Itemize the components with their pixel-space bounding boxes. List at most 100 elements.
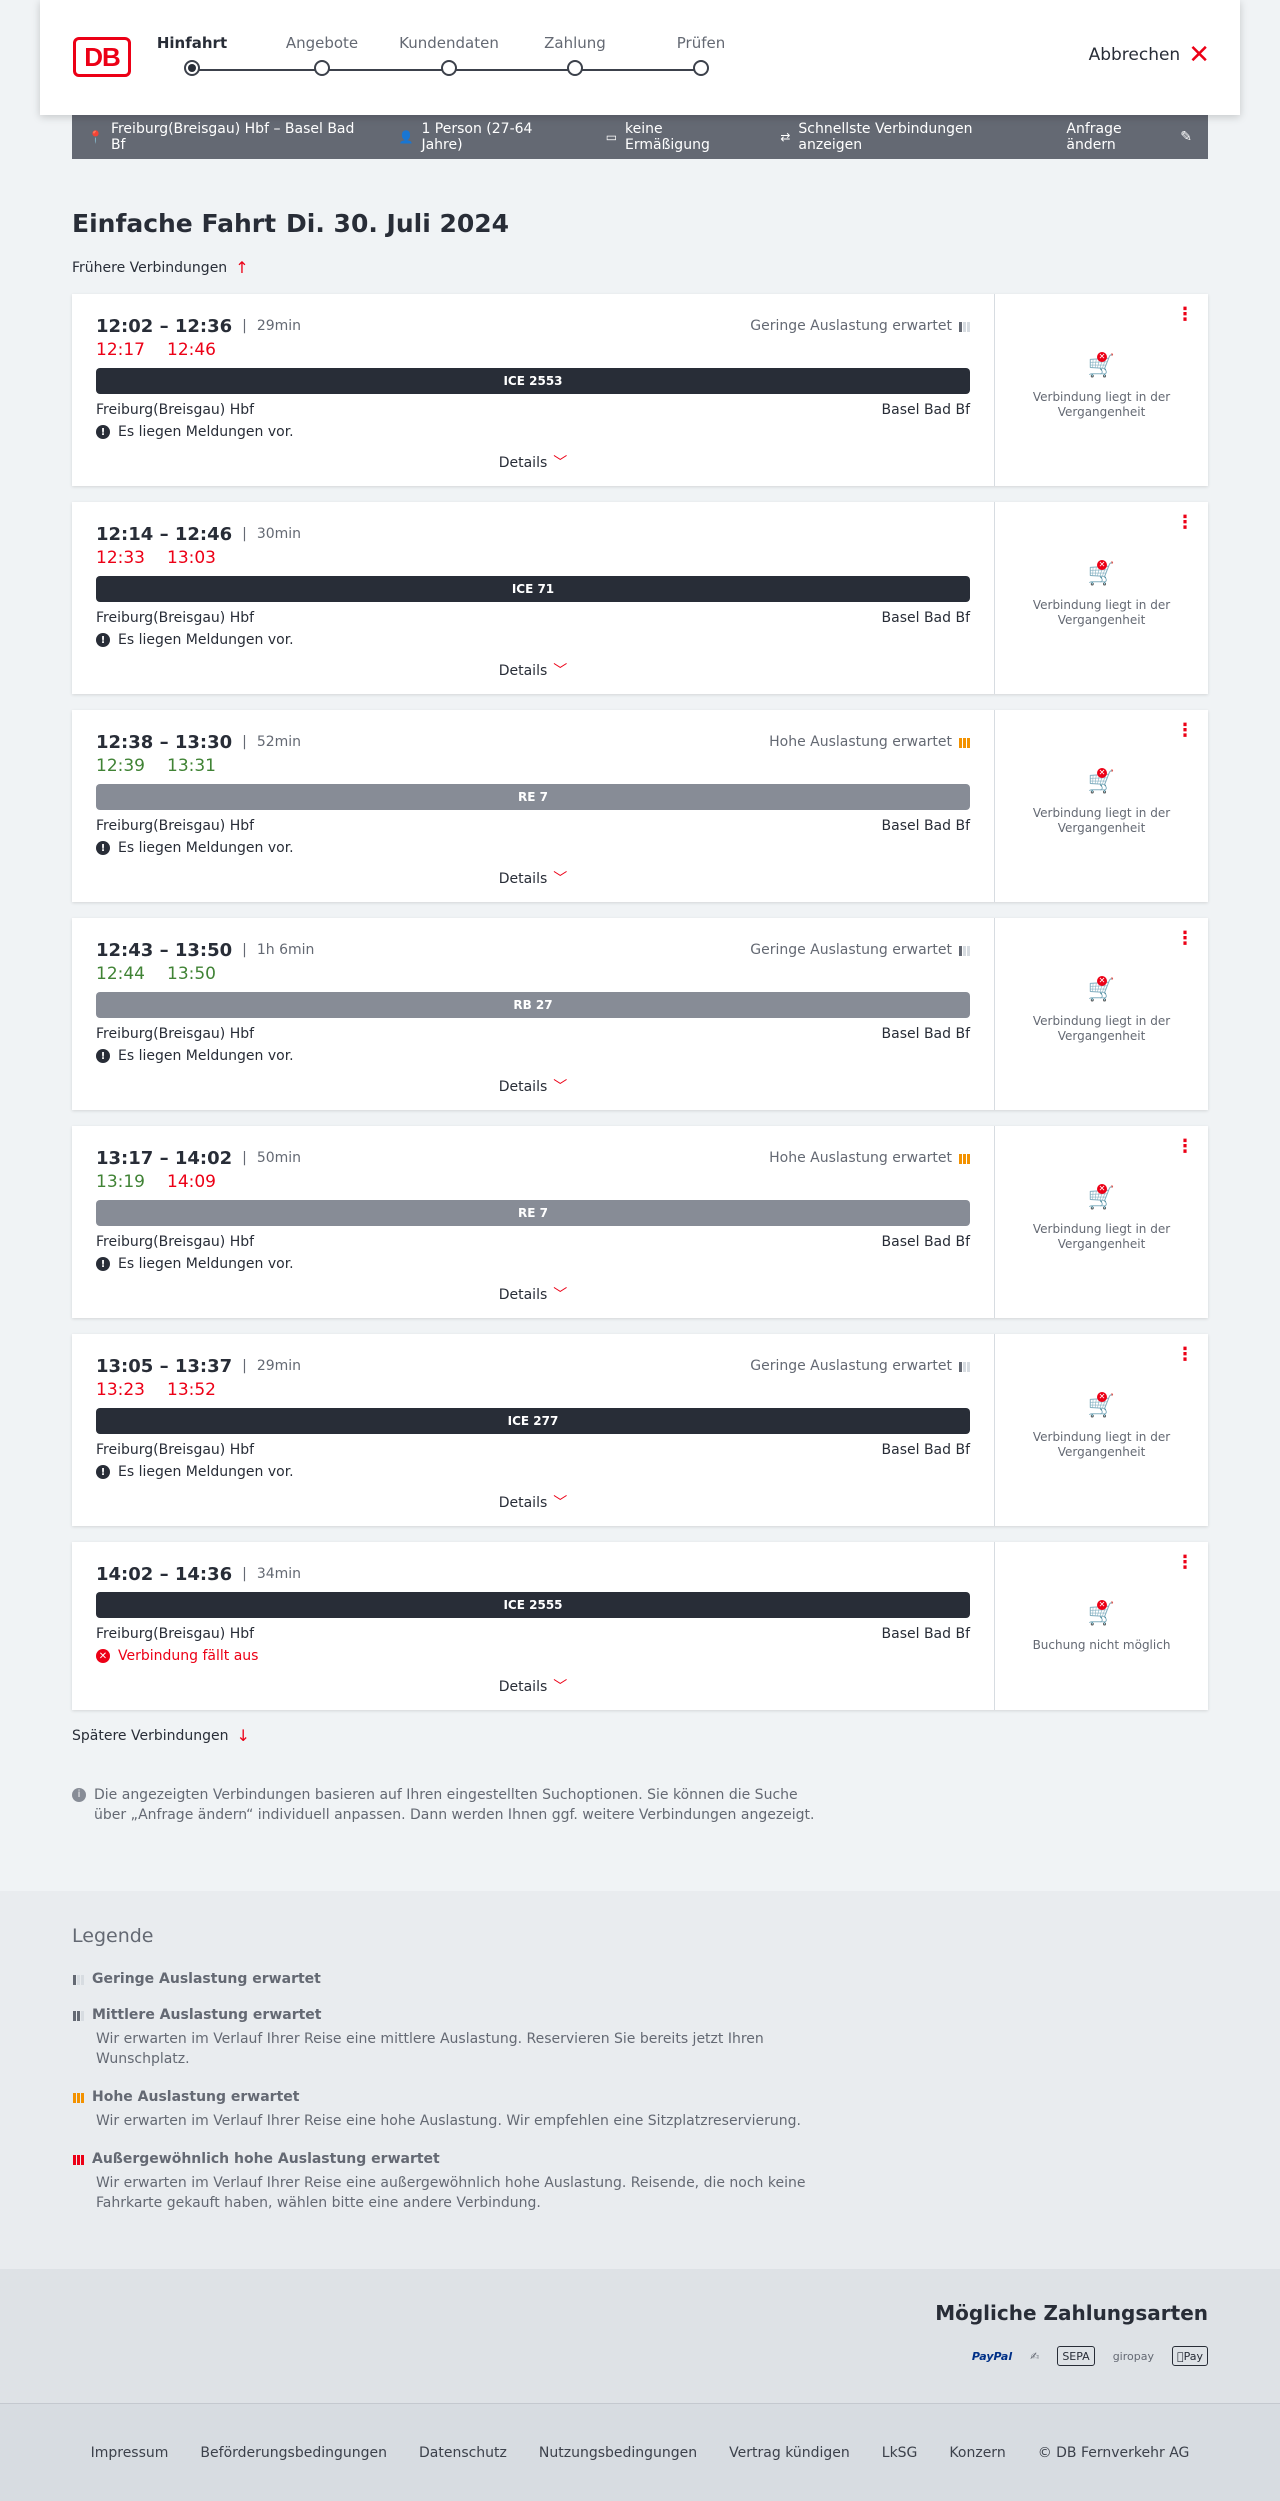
passengers-text: 1 Person (27-64 Jahre) bbox=[421, 121, 533, 153]
stations-row: Freiburg(Breisgau) Hbf Basel Bad Bf bbox=[96, 1442, 970, 1458]
details-toggle[interactable]: Details ﹀ bbox=[96, 1076, 970, 1110]
planned-times: 12:38 – 13:30 bbox=[96, 731, 233, 753]
connection-message: ! Es liegen Meldungen vor. bbox=[96, 1464, 970, 1480]
footer-link-impressum[interactable]: Impressum bbox=[91, 2445, 169, 2461]
footer-link-nutzung[interactable]: Nutzungsbedingungen bbox=[539, 2445, 697, 2461]
details-toggle[interactable]: Details ﹀ bbox=[96, 1284, 970, 1318]
arrival-station: Basel Bad Bf bbox=[881, 1626, 970, 1642]
stations-row: Freiburg(Breisgau) Hbf Basel Bad Bf bbox=[96, 402, 970, 418]
connection-card[interactable]: 13:17 – 14:02 | 50min Hohe Auslastung er… bbox=[72, 1126, 1208, 1318]
alert-icon: ! bbox=[96, 633, 110, 647]
search-summary-bar: 📍 Freiburg(Breisgau) Hbf – Basel Bad Bf … bbox=[72, 115, 1208, 159]
connection-card[interactable]: 12:14 – 12:46 | 30min 12:33 13:03 ICE 71 … bbox=[72, 502, 1208, 694]
details-label: Details bbox=[498, 1079, 548, 1095]
more-options-icon[interactable]: ⋮ bbox=[1176, 514, 1194, 532]
info-icon: i bbox=[72, 1788, 86, 1802]
cart-x-badge: ✕ bbox=[1097, 768, 1107, 778]
realtime-arrival: 14:09 bbox=[167, 1172, 216, 1192]
departure-station: Freiburg(Breisgau) Hbf bbox=[96, 610, 255, 626]
footer-link-befoerderung[interactable]: Beförderungsbedingungen bbox=[200, 2445, 387, 2461]
train-segment-bar: ICE 71 bbox=[96, 576, 970, 602]
time-row: 13:17 – 14:02 | 50min Hohe Auslastung er… bbox=[96, 1146, 970, 1170]
realtime-row: 12:39 13:31 bbox=[96, 756, 970, 778]
change-request-button[interactable]: Anfrage ändern ✎ bbox=[1066, 121, 1192, 153]
location-pin-icon: 📍 bbox=[88, 130, 103, 144]
connection-message: ! Es liegen Meldungen vor. bbox=[96, 1048, 970, 1064]
stations-row: Freiburg(Breisgau) Hbf Basel Bad Bf bbox=[96, 1626, 970, 1642]
change-request-label: Anfrage ändern bbox=[1066, 121, 1122, 153]
legend-item-head: Mittlere Auslastung erwartet bbox=[72, 2007, 1208, 2023]
close-icon: ✕ bbox=[1188, 40, 1210, 70]
occupancy-icon bbox=[72, 2091, 84, 2103]
connection-card[interactable]: 12:38 – 13:30 | 52min Hohe Auslastung er… bbox=[72, 710, 1208, 902]
departure-station: Freiburg(Breisgau) Hbf bbox=[96, 1234, 255, 1250]
step-dot bbox=[567, 60, 583, 76]
chevron-down-icon: ﹀ bbox=[553, 455, 568, 471]
planned-times: 13:17 – 14:02 bbox=[96, 1147, 233, 1169]
legend-item: Mittlere Auslastung erwartet Wir erwarte… bbox=[72, 2007, 1208, 2069]
more-options-icon[interactable]: ⋮ bbox=[1176, 1138, 1194, 1156]
earlier-connections-link[interactable]: Frühere Verbindungen ↑ bbox=[72, 258, 1208, 277]
db-logo[interactable]: DB bbox=[73, 37, 131, 77]
details-toggle[interactable]: Details ﹀ bbox=[96, 868, 970, 902]
train-segment-bar: RE 7 bbox=[96, 1200, 970, 1226]
separator: | bbox=[242, 734, 247, 750]
connection-card[interactable]: 13:05 – 13:37 | 29min Geringe Auslastung… bbox=[72, 1334, 1208, 1526]
footer-link-datenschutz[interactable]: Datenschutz bbox=[419, 2445, 507, 2461]
footer-link-kuendigen[interactable]: Vertrag kündigen bbox=[729, 2445, 850, 2461]
later-connections-link[interactable]: Spätere Verbindungen ↓ bbox=[72, 1726, 1208, 1745]
chevron-down-icon: ﹀ bbox=[553, 1079, 568, 1095]
connection-side: ⋮ 🛒 ✕ Verbindung liegt in der Vergangenhe… bbox=[995, 294, 1208, 486]
route-text: Freiburg(Breisgau) Hbf – Basel Bad Bf bbox=[110, 121, 355, 153]
cart-disabled-icon: 🛒 ✕ bbox=[1087, 1392, 1116, 1419]
details-toggle[interactable]: Details ﹀ bbox=[96, 452, 970, 486]
legend-item-title: Außergewöhnlich hohe Auslastung erwartet bbox=[92, 2151, 440, 2167]
footer-link-lksg[interactable]: LkSG bbox=[882, 2445, 918, 2461]
duration: 1h 6min bbox=[256, 942, 315, 958]
time-row: 13:05 – 13:37 | 29min Geringe Auslastung… bbox=[96, 1354, 970, 1378]
trip-type: Einfache Fahrt bbox=[72, 209, 277, 238]
details-toggle[interactable]: Details ﹀ bbox=[96, 1492, 970, 1526]
occupancy-text: Geringe Auslastung erwartet bbox=[750, 1358, 952, 1374]
abort-button[interactable]: Abbrechen ✕ bbox=[1089, 40, 1210, 70]
connection-card[interactable]: 12:43 – 13:50 | 1h 6min Geringe Auslastu… bbox=[72, 918, 1208, 1110]
payment-icons: PayPal ✍ SEPA giropay Pay bbox=[72, 2343, 1208, 2369]
details-label: Details bbox=[498, 455, 548, 471]
details-label: Details bbox=[498, 663, 548, 679]
realtime-arrival: 13:31 bbox=[167, 756, 216, 776]
occupancy-icon bbox=[958, 736, 970, 748]
arrow-up-icon: ↑ bbox=[235, 258, 249, 277]
cart-disabled-icon: 🛒 ✕ bbox=[1087, 352, 1116, 379]
alert-icon: ! bbox=[96, 1049, 110, 1063]
connection-card[interactable]: 14:02 – 14:36 | 34min ICE 2555 Freiburg(… bbox=[72, 1542, 1208, 1710]
booking-status-text: Buchung nicht möglich bbox=[1032, 1638, 1171, 1652]
departure-station: Freiburg(Breisgau) Hbf bbox=[96, 1626, 255, 1642]
details-toggle[interactable]: Details ﹀ bbox=[96, 660, 970, 694]
occupancy-indicator: Hohe Auslastung erwartet bbox=[769, 734, 970, 750]
connection-message: ✕ Verbindung fällt aus bbox=[96, 1648, 970, 1664]
more-options-icon[interactable]: ⋮ bbox=[1176, 1554, 1194, 1572]
occupancy-icon bbox=[958, 1360, 970, 1372]
option-text: Schnellste Verbindungen anzeigen bbox=[798, 121, 973, 153]
more-options-icon[interactable]: ⋮ bbox=[1176, 722, 1194, 740]
connection-main: 12:02 – 12:36 | 29min Geringe Auslastung… bbox=[72, 294, 995, 486]
footer-link-konzern[interactable]: Konzern bbox=[949, 2445, 1005, 2461]
info-note-text: Die angezeigten Verbindungen basieren au… bbox=[94, 1787, 815, 1823]
more-options-icon[interactable]: ⋮ bbox=[1176, 306, 1194, 324]
connection-main: 13:05 – 13:37 | 29min Geringe Auslastung… bbox=[72, 1334, 995, 1526]
realtime-departure: 12:44 bbox=[96, 964, 145, 984]
legend-item-desc: Wir erwarten im Verlauf Ihrer Reise eine… bbox=[96, 2113, 801, 2129]
departure-station: Freiburg(Breisgau) Hbf bbox=[96, 1026, 255, 1042]
connection-main: 12:14 – 12:46 | 30min 12:33 13:03 ICE 71 … bbox=[72, 502, 995, 694]
time-row: 12:02 – 12:36 | 29min Geringe Auslastung… bbox=[96, 314, 970, 338]
more-options-icon[interactable]: ⋮ bbox=[1176, 1346, 1194, 1364]
more-options-icon[interactable]: ⋮ bbox=[1176, 930, 1194, 948]
connection-card[interactable]: 12:02 – 12:36 | 29min Geringe Auslastung… bbox=[72, 294, 1208, 486]
occupancy-indicator: Hohe Auslastung erwartet bbox=[769, 1150, 970, 1166]
separator: | bbox=[242, 318, 247, 334]
realtime-row: 13:19 14:09 bbox=[96, 1172, 970, 1194]
occupancy-icon bbox=[72, 2153, 84, 2165]
connection-list: 12:02 – 12:36 | 29min Geringe Auslastung… bbox=[72, 294, 1208, 1710]
chevron-down-icon: ﹀ bbox=[553, 1679, 568, 1695]
details-toggle[interactable]: Details ﹀ bbox=[96, 1676, 970, 1710]
